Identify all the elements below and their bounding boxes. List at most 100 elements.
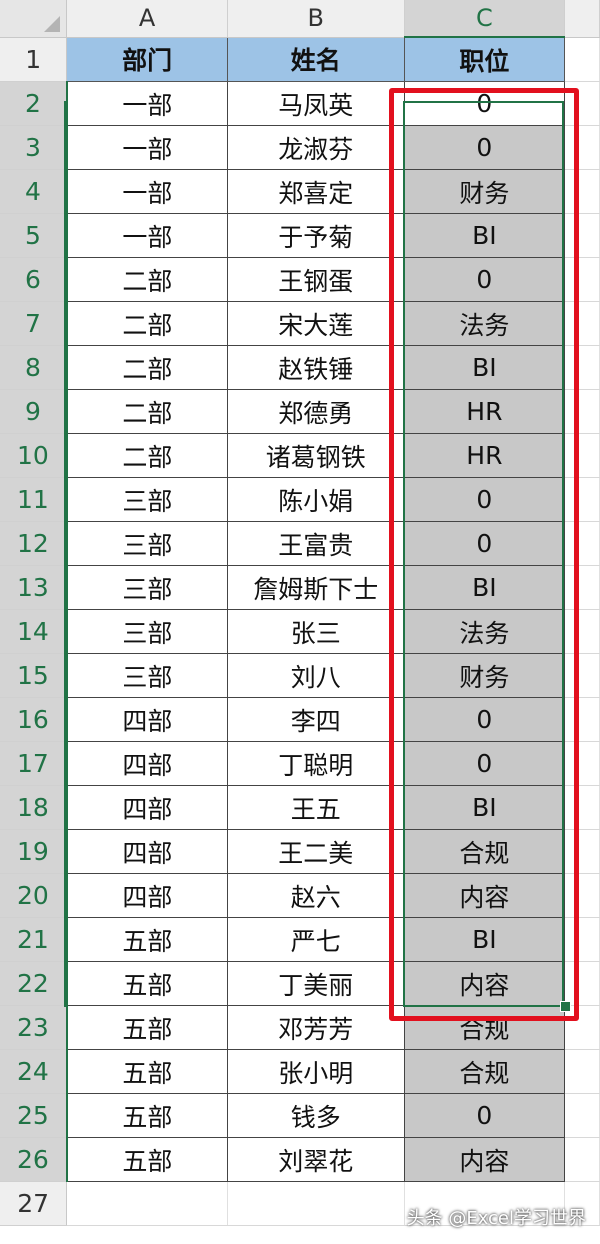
row-header[interactable]: 18	[0, 785, 68, 830]
row-header[interactable]: 16	[0, 697, 68, 742]
cell-a27[interactable]	[66, 1181, 228, 1226]
cell-name[interactable]: 郑喜定	[226, 169, 405, 214]
cell-empty[interactable]	[564, 169, 600, 214]
cell-name[interactable]: 郑德勇	[226, 389, 405, 434]
cell-empty[interactable]	[564, 961, 600, 1006]
cell-empty[interactable]	[564, 829, 600, 874]
cell-empty[interactable]	[564, 697, 600, 742]
cell-name[interactable]: 钱多	[226, 1093, 405, 1138]
cell-department[interactable]: 二部	[66, 389, 228, 434]
cell-empty[interactable]	[564, 345, 600, 390]
cell-position[interactable]: 法务	[403, 301, 566, 346]
row-header[interactable]: 15	[0, 653, 68, 698]
cell-department[interactable]: 五部	[66, 1137, 228, 1182]
cell-empty[interactable]	[564, 917, 600, 962]
cell-department[interactable]: 三部	[66, 653, 228, 698]
cell-name[interactable]: 王二美	[226, 829, 405, 874]
row-header[interactable]: 10	[0, 433, 68, 478]
cell-empty[interactable]	[564, 81, 600, 126]
row-header[interactable]: 5	[0, 213, 68, 258]
cell-department[interactable]: 二部	[66, 257, 228, 302]
cell-department[interactable]: 二部	[66, 433, 228, 478]
row-header[interactable]: 3	[0, 125, 68, 170]
cell-department[interactable]: 四部	[66, 697, 228, 742]
column-header-d[interactable]	[564, 0, 600, 38]
cell-empty[interactable]	[564, 257, 600, 302]
cell-position[interactable]: 0	[403, 741, 566, 786]
cell-name[interactable]: 刘八	[226, 653, 405, 698]
cell-name[interactable]: 王富贵	[226, 521, 405, 566]
cell-empty[interactable]	[564, 741, 600, 786]
cell-department[interactable]: 一部	[66, 81, 228, 126]
row-header[interactable]: 9	[0, 389, 68, 434]
cell-name[interactable]: 丁聪明	[226, 741, 405, 786]
cell-empty[interactable]	[564, 301, 600, 346]
cell-empty[interactable]	[564, 565, 600, 610]
row-header[interactable]: 23	[0, 1005, 68, 1050]
cell-position[interactable]: 合规	[403, 1005, 566, 1050]
cell-position[interactable]: 法务	[403, 609, 566, 654]
cell-position[interactable]: 0	[403, 521, 566, 566]
cell-position[interactable]: 0	[403, 477, 566, 522]
cell-name[interactable]: 赵铁锤	[226, 345, 405, 390]
cell-position[interactable]: BI	[403, 917, 566, 962]
cell-name[interactable]: 陈小娟	[226, 477, 405, 522]
row-header[interactable]: 22	[0, 961, 68, 1006]
cell-department[interactable]: 四部	[66, 829, 228, 874]
cell-department[interactable]: 四部	[66, 785, 228, 830]
cell-a1[interactable]: 部门	[66, 36, 228, 82]
row-header[interactable]: 2	[0, 81, 68, 126]
cell-department[interactable]: 一部	[66, 169, 228, 214]
select-all-corner[interactable]	[0, 0, 68, 38]
row-header[interactable]: 25	[0, 1093, 68, 1138]
cell-empty[interactable]	[564, 477, 600, 522]
row-header[interactable]: 20	[0, 873, 68, 918]
cell-department[interactable]: 五部	[66, 961, 228, 1006]
cell-name[interactable]: 诸葛钢铁	[226, 433, 405, 478]
row-header[interactable]: 21	[0, 917, 68, 962]
cell-name[interactable]: 王五	[226, 785, 405, 830]
cell-name[interactable]: 李四	[226, 697, 405, 742]
cell-name[interactable]: 宋大莲	[226, 301, 405, 346]
cell-empty[interactable]	[564, 389, 600, 434]
cell-name[interactable]: 丁美丽	[226, 961, 405, 1006]
cell-department[interactable]: 一部	[66, 125, 228, 170]
cell-empty[interactable]	[564, 433, 600, 478]
cell-name[interactable]: 严七	[226, 917, 405, 962]
cell-empty[interactable]	[564, 521, 600, 566]
cell-c1[interactable]: 职位	[403, 36, 566, 82]
cell-position[interactable]: 0	[403, 697, 566, 742]
cell-department[interactable]: 一部	[66, 213, 228, 258]
cell-position[interactable]: 财务	[403, 169, 566, 214]
row-header-1[interactable]: 1	[0, 37, 68, 82]
cell-empty[interactable]	[564, 1049, 600, 1094]
cell-name[interactable]: 龙淑芬	[226, 125, 405, 170]
cell-position[interactable]: BI	[403, 345, 566, 390]
cell-position[interactable]: 内容	[403, 1137, 566, 1182]
cell-name[interactable]: 邓芳芳	[226, 1005, 405, 1050]
cell-department[interactable]: 五部	[66, 1049, 228, 1094]
cell-empty[interactable]	[564, 1005, 600, 1050]
row-header[interactable]: 12	[0, 521, 68, 566]
cell-position[interactable]: 合规	[403, 1049, 566, 1094]
cell-name[interactable]: 张三	[226, 609, 405, 654]
cell-department[interactable]: 五部	[66, 1093, 228, 1138]
cell-position[interactable]: BI	[403, 785, 566, 830]
cell-department[interactable]: 四部	[66, 741, 228, 786]
cell-name[interactable]: 马凤英	[226, 81, 405, 126]
cell-position[interactable]: HR	[403, 433, 566, 478]
row-header[interactable]: 13	[0, 565, 68, 610]
cell-position[interactable]: 财务	[403, 653, 566, 698]
cell-b1[interactable]: 姓名	[226, 36, 405, 82]
column-header-c[interactable]: C	[404, 0, 566, 38]
cell-department[interactable]: 三部	[66, 565, 228, 610]
row-header-27[interactable]: 27	[0, 1181, 68, 1226]
column-header-a[interactable]: A	[66, 0, 228, 38]
cell-d1[interactable]	[564, 37, 600, 82]
cell-department[interactable]: 四部	[66, 873, 228, 918]
cell-position[interactable]: 0	[403, 81, 566, 126]
cell-b27[interactable]	[227, 1181, 405, 1226]
cell-department[interactable]: 二部	[66, 301, 228, 346]
cell-position[interactable]: BI	[403, 213, 566, 258]
cell-position[interactable]: 0	[403, 257, 566, 302]
